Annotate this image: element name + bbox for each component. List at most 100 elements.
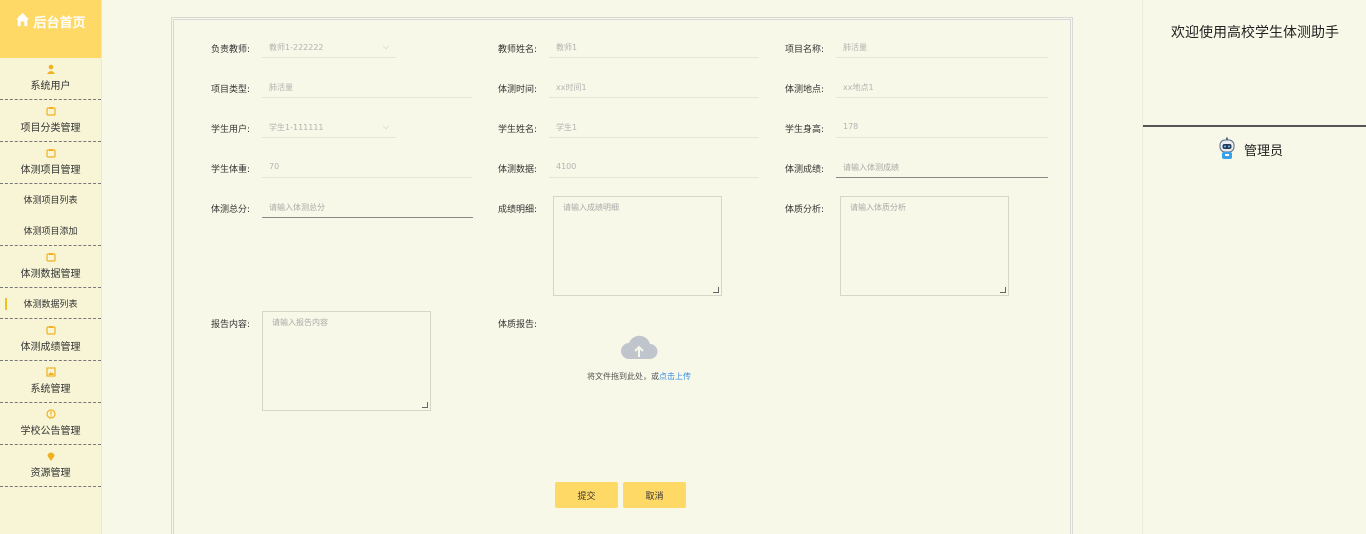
sidebar-subitem-project-list[interactable]: 体测项目列表 [0,184,101,215]
field-project-name: 项目名称: 肺活量 [768,36,1048,58]
sidebar-item-test-data[interactable]: 体测数据管理 [0,246,101,288]
field-label: 体测时间: [497,85,537,95]
physique-analysis-placeholder: 请输入体质分析 [850,203,906,212]
report-content-placeholder: 请输入报告内容 [272,318,328,327]
cloud-upload-icon [621,335,658,359]
location-icon [46,451,56,461]
divider [1143,125,1366,127]
student-weight-value: 70 [269,162,280,171]
sidebar-item-system[interactable]: 系统管理 [0,361,101,403]
test-score-input[interactable]: 请输入体测成绩 [836,156,1048,178]
user-icon [46,64,56,74]
upload-link[interactable]: 点击上传 [659,372,691,381]
folder-icon [45,252,56,262]
field-student-name: 学生姓名: 学生1 [481,116,759,138]
home-icon [16,12,30,27]
field-label: 教师姓名: [497,45,537,55]
sidebar-item-label: 体测项目管理 [20,165,81,176]
test-data-value: 4100 [556,162,577,171]
sidebar-item-label: 体测成绩管理 [20,342,81,353]
student-height-field[interactable]: 178 [836,116,1048,138]
test-score-placeholder: 请输入体测成绩 [843,163,899,172]
folder-icon [45,325,56,335]
sidebar-item-label: 系统管理 [30,384,71,395]
field-test-time: 体测时间: xx时间1 [481,76,759,98]
field-label: 学生姓名: [497,125,537,135]
total-score-input[interactable]: 请输入体测总分 [262,196,473,218]
sidebar-item-label: 系统用户 [30,81,71,92]
robot-avatar-icon [1219,137,1235,159]
test-place-field[interactable]: xx地点1 [836,76,1048,98]
teacher-select[interactable]: 教师1-222222 ⌵ [262,36,396,58]
teacher-select-value: 教师1-222222 [269,43,324,52]
field-score-detail: 成绩明细: 请输入成绩明细 [481,196,722,296]
project-name-field[interactable]: 肺活量 [836,36,1048,58]
right-panel: 欢迎使用高校学生体测助手 管理员 [1142,0,1366,534]
sidebar-item-category[interactable]: 项目分类管理 [0,100,101,142]
sidebar-home[interactable]: 后台首页 [0,0,101,58]
field-teacher-select: 负责教师: 教师1-222222 ⌵ [194,36,396,58]
test-time-value: xx时间1 [556,83,587,92]
project-type-value: 肺活量 [269,83,293,92]
folder-icon [45,106,56,116]
sidebar-item-announcements[interactable]: 学校公告管理 [0,403,101,445]
score-detail-placeholder: 请输入成绩明细 [563,203,619,212]
field-physique-analysis: 体质分析: 请输入体质分析 [768,196,1009,296]
sidebar-item-scores[interactable]: 体测成绩管理 [0,319,101,361]
welcome-text: 欢迎使用高校学生体测助手 [1171,25,1339,41]
student-user-value: 学生1-111111 [269,123,324,132]
sidebar: 后台首页 系统用户 项目分类管理 体测项目管理 体测项目列表 体测项目添加 体测… [0,0,102,534]
field-student-user: 学生用户: 学生1-111111 ⌵ [194,116,396,138]
field-label: 体测地点: [784,85,824,95]
submit-button[interactable]: 提交 [555,482,618,508]
image-icon [45,367,56,377]
sidebar-home-label: 后台首页 [33,16,86,31]
teacher-name-value: 教师1 [556,43,578,52]
field-label: 项目名称: [784,45,824,55]
field-student-height: 学生身高: 178 [768,116,1048,138]
score-detail-textarea[interactable]: 请输入成绩明细 [553,196,722,296]
project-type-field[interactable]: 肺活量 [262,76,472,98]
field-label: 体测成绩: [784,165,824,175]
user-info[interactable]: 管理员 [1217,137,1283,161]
field-label: 体质分析: [784,205,824,215]
test-place-value: xx地点1 [843,83,874,92]
sidebar-item-resources[interactable]: 资源管理 [0,445,101,487]
field-label: 负责教师: [210,45,250,55]
field-label: 学生身高: [784,125,824,135]
student-name-field[interactable]: 学生1 [549,116,759,138]
field-test-score: 体测成绩: 请输入体测成绩 [768,156,1048,178]
field-label: 学生体重: [210,165,250,175]
upload-dropzone[interactable]: 将文件拖到此处，或点击上传 [574,333,704,382]
sidebar-item-system-users[interactable]: 系统用户 [0,58,101,100]
field-label: 体测总分: [210,205,250,215]
total-score-placeholder: 请输入体测总分 [269,203,325,212]
info-icon [45,409,56,419]
folder-icon [45,148,56,158]
sidebar-item-label: 项目分类管理 [20,123,81,134]
sidebar-subitem-label: 体测项目列表 [23,196,78,206]
field-project-type: 项目类型: 肺活量 [194,76,472,98]
test-time-field[interactable]: xx时间1 [549,76,759,98]
field-label: 体质报告: [497,320,537,330]
field-label: 报告内容: [210,320,250,330]
student-height-value: 178 [843,122,859,131]
sidebar-item-label: 体测数据管理 [20,269,81,280]
cancel-button[interactable]: 取消 [623,482,686,508]
test-data-field[interactable]: 4100 [549,156,759,178]
student-weight-field[interactable]: 70 [262,156,472,178]
report-content-textarea[interactable]: 请输入报告内容 [262,311,431,411]
sidebar-subitem-data-list[interactable]: 体测数据列表 [0,288,101,319]
field-report-content: 报告内容: 请输入报告内容 [194,311,431,411]
field-label: 成绩明细: [497,205,537,215]
student-user-select[interactable]: 学生1-111111 ⌵ [262,116,396,138]
field-total-score: 体测总分: 请输入体测总分 [194,196,473,218]
student-name-value: 学生1 [556,123,578,132]
field-label: 体测数据: [497,165,537,175]
sidebar-subitem-project-add[interactable]: 体测项目添加 [0,215,101,246]
sidebar-item-test-projects[interactable]: 体测项目管理 [0,142,101,184]
teacher-name-field[interactable]: 教师1 [549,36,759,58]
physique-analysis-textarea[interactable]: 请输入体质分析 [840,196,1009,296]
sidebar-subitem-label: 体测项目添加 [23,226,78,237]
field-label: 学生用户: [210,125,250,135]
